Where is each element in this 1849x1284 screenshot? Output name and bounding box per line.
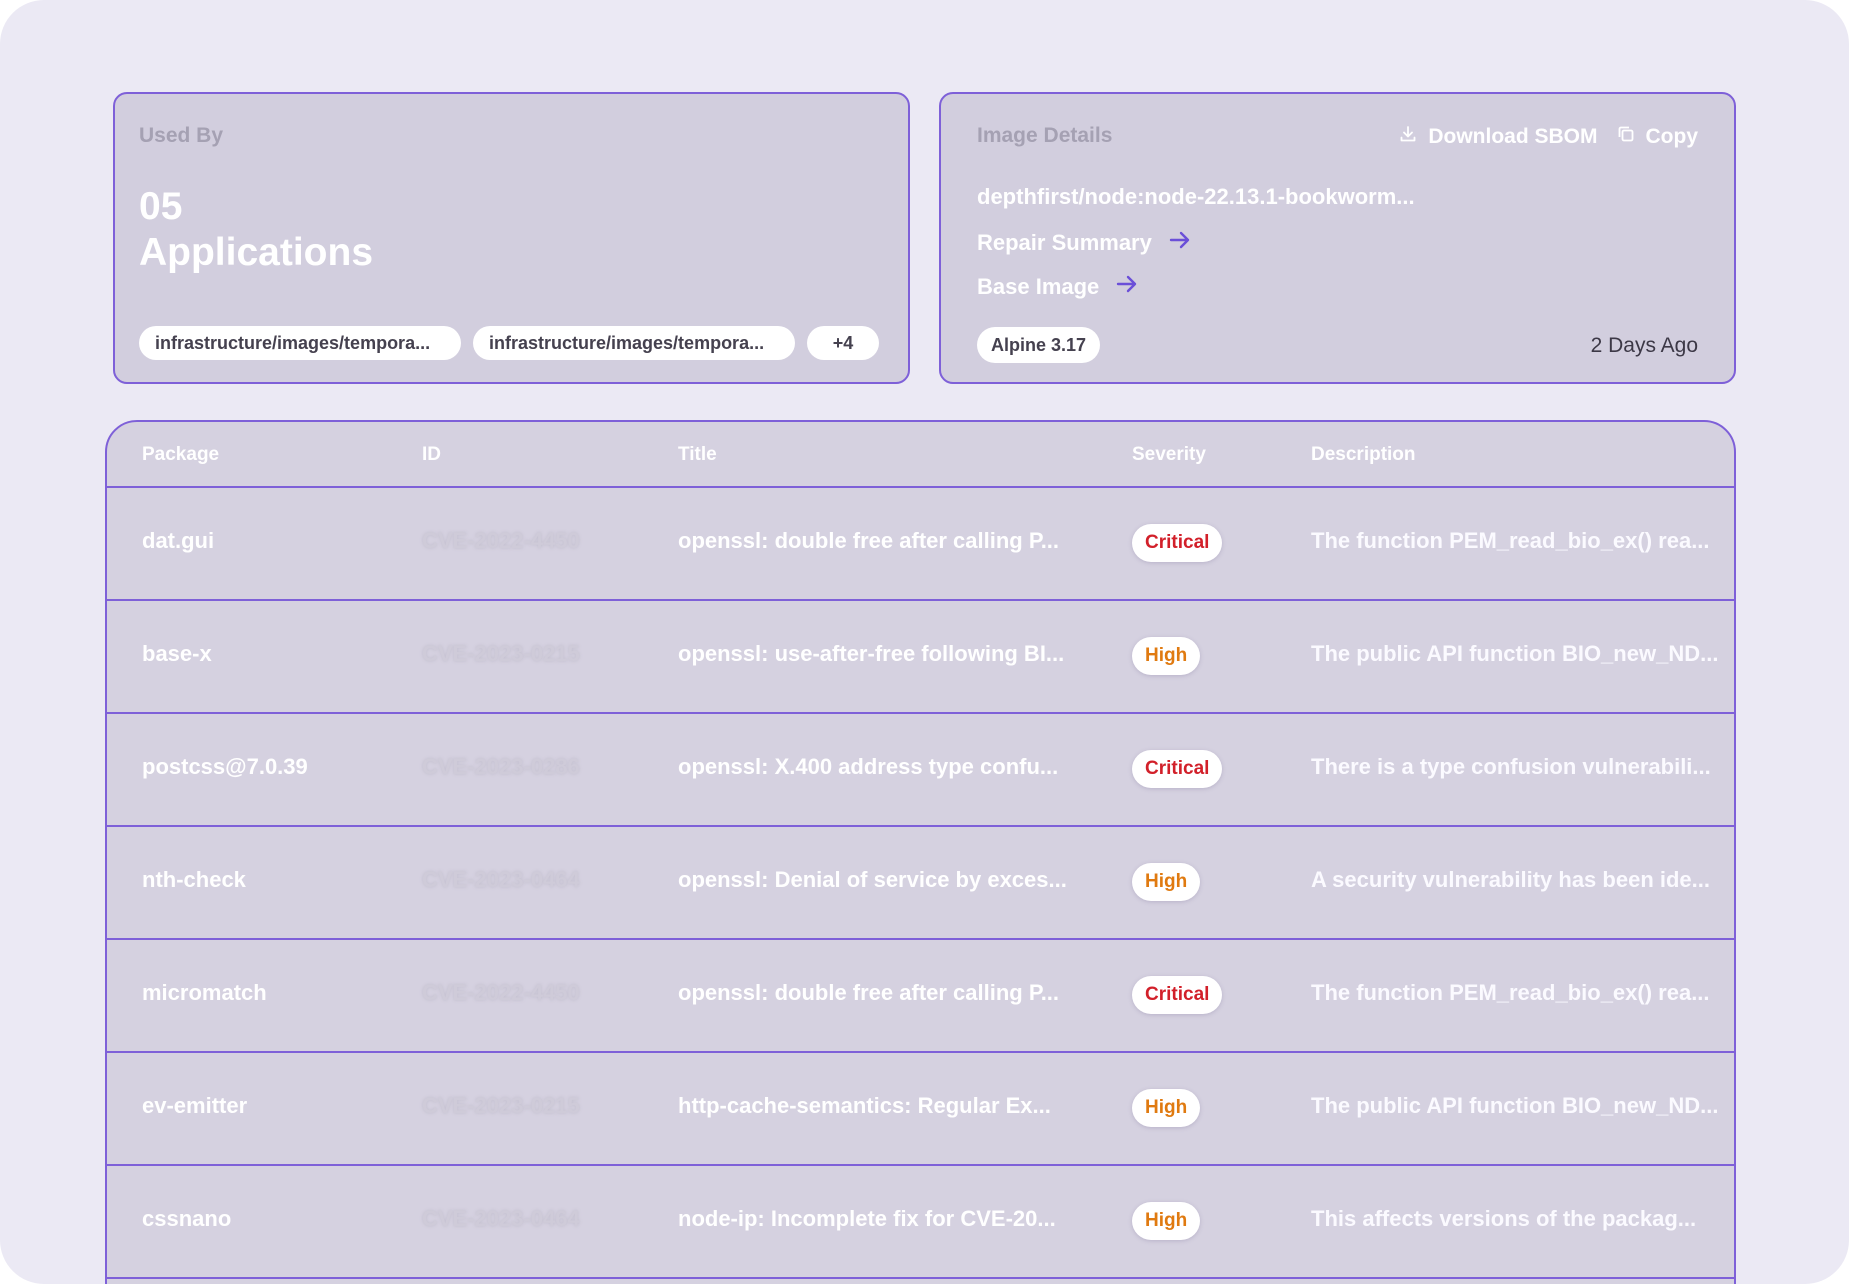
description-cell: A security vulnerability has been ide...: [1311, 867, 1710, 892]
description-cell: The public API function BIO_new_ND...: [1311, 641, 1719, 666]
description-cell: The function PEM_read_bio_ex() rea...: [1311, 980, 1710, 1005]
title-cell: http-cache-semantics: Regular Ex...: [678, 1093, 1051, 1118]
page-frame: Used By 05 Applications infrastructure/i…: [0, 0, 1849, 1284]
description-cell: This affects versions of the packag...: [1311, 1206, 1697, 1231]
package-cell: base-x: [142, 641, 212, 666]
column-header-description[interactable]: Description: [1311, 444, 1416, 466]
table-row[interactable]: nth-check CVE-2023-0464 openssl: Denial …: [107, 827, 1734, 940]
title-cell: openssl: use-after-free following BI...: [678, 641, 1065, 666]
cve-id-cell: CVE-2023-0215: [422, 641, 580, 666]
severity-badge: Critical: [1132, 976, 1223, 1014]
image-actions: Download SBOM Copy: [1398, 124, 1698, 150]
applications-count: 05: [139, 185, 183, 228]
copy-button[interactable]: Copy: [1616, 124, 1699, 150]
table-row[interactable]: cssnano CVE-2023-0464 node-ip: Incomplet…: [107, 1166, 1734, 1279]
column-header-title[interactable]: Title: [678, 444, 717, 466]
image-name: depthfirst/node:node-22.13.1-bookworm...: [977, 184, 1415, 209]
copy-label: Copy: [1645, 125, 1699, 148]
title-cell: openssl: double free after calling P...: [678, 980, 1060, 1005]
repair-summary-link[interactable]: Repair Summary: [977, 228, 1192, 258]
table-row[interactable]: base-x CVE-2023-0215 openssl: use-after-…: [107, 601, 1734, 714]
severity-badge: High: [1132, 863, 1201, 901]
package-cell: cssnano: [142, 1206, 232, 1231]
download-icon: [1398, 124, 1418, 150]
table-row[interactable]: ev-emitter CVE-2023-0215 http-cache-sema…: [107, 1053, 1734, 1166]
title-cell: openssl: X.400 address type confu...: [678, 754, 1059, 779]
severity-badge: Critical: [1132, 750, 1223, 788]
copy-icon: [1616, 124, 1636, 150]
used-by-card: Used By 05 Applications infrastructure/i…: [113, 92, 910, 384]
cve-id-cell: CVE-2023-0286: [422, 754, 580, 779]
cve-id-cell: CVE-2022-4450: [422, 980, 580, 1005]
severity-badge: High: [1132, 637, 1201, 675]
table-row[interactable]: micromatch CVE-2022-4450 openssl: double…: [107, 940, 1734, 1053]
column-header-severity[interactable]: Severity: [1132, 444, 1206, 466]
column-header-id[interactable]: ID: [422, 444, 441, 466]
description-cell: The public API function BIO_new_ND...: [1311, 1093, 1719, 1118]
column-header-package[interactable]: Package: [142, 444, 219, 466]
image-age: 2 Days Ago: [1590, 334, 1698, 357]
download-sbom-button[interactable]: Download SBOM: [1398, 124, 1598, 150]
application-chip[interactable]: infrastructure/images/tempora...: [139, 326, 461, 360]
repair-summary-label: Repair Summary: [977, 230, 1152, 255]
application-chip[interactable]: infrastructure/images/tempora...: [473, 326, 795, 360]
used-by-label: Used By: [139, 124, 224, 147]
applications-label: Applications: [139, 231, 374, 274]
image-details-card: Image Details Download SBOM Copy depthfi…: [939, 92, 1736, 384]
package-cell: ev-emitter: [142, 1093, 248, 1118]
cve-id-cell: CVE-2023-0464: [422, 1206, 580, 1231]
table-header: Package ID Title Severity Description: [107, 422, 1734, 488]
package-cell: nth-check: [142, 867, 246, 892]
title-cell: openssl: Denial of service by exces...: [678, 867, 1067, 892]
title-cell: openssl: double free after calling P...: [678, 528, 1060, 553]
table-row[interactable]: dat.gui CVE-2022-4450 openssl: double fr…: [107, 488, 1734, 601]
application-chips: infrastructure/images/tempora... infrast…: [139, 326, 879, 360]
arrow-right-icon: [1168, 228, 1192, 258]
description-cell: There is a type confusion vulnerabili...: [1311, 754, 1711, 779]
cve-id-cell: CVE-2023-0464: [422, 867, 580, 892]
package-cell: dat.gui: [142, 528, 215, 553]
package-cell: postcss@7.0.39: [142, 754, 308, 779]
cve-id-cell: CVE-2023-0215: [422, 1093, 580, 1118]
base-image-link[interactable]: Base Image: [977, 272, 1139, 302]
download-sbom-label: Download SBOM: [1428, 125, 1598, 148]
description-cell: The function PEM_read_bio_ex() rea...: [1311, 528, 1710, 553]
arrow-right-icon: [1115, 272, 1139, 302]
os-badge: Alpine 3.17: [977, 327, 1101, 363]
severity-badge: Critical: [1132, 524, 1223, 562]
title-cell: node-ip: Incomplete fix for CVE-20...: [678, 1206, 1056, 1231]
table-row[interactable]: postcss@7.0.39 CVE-2023-0286 openssl: X.…: [107, 714, 1734, 827]
severity-badge: High: [1132, 1089, 1201, 1127]
more-applications-chip[interactable]: +4: [807, 326, 879, 360]
package-cell: micromatch: [142, 980, 267, 1005]
base-image-label: Base Image: [977, 274, 1100, 299]
vulnerability-table: Package ID Title Severity Description da…: [105, 420, 1736, 1284]
severity-badge: High: [1132, 1202, 1201, 1240]
image-details-label: Image Details: [977, 124, 1113, 147]
cve-id-cell: CVE-2022-4450: [422, 528, 580, 553]
